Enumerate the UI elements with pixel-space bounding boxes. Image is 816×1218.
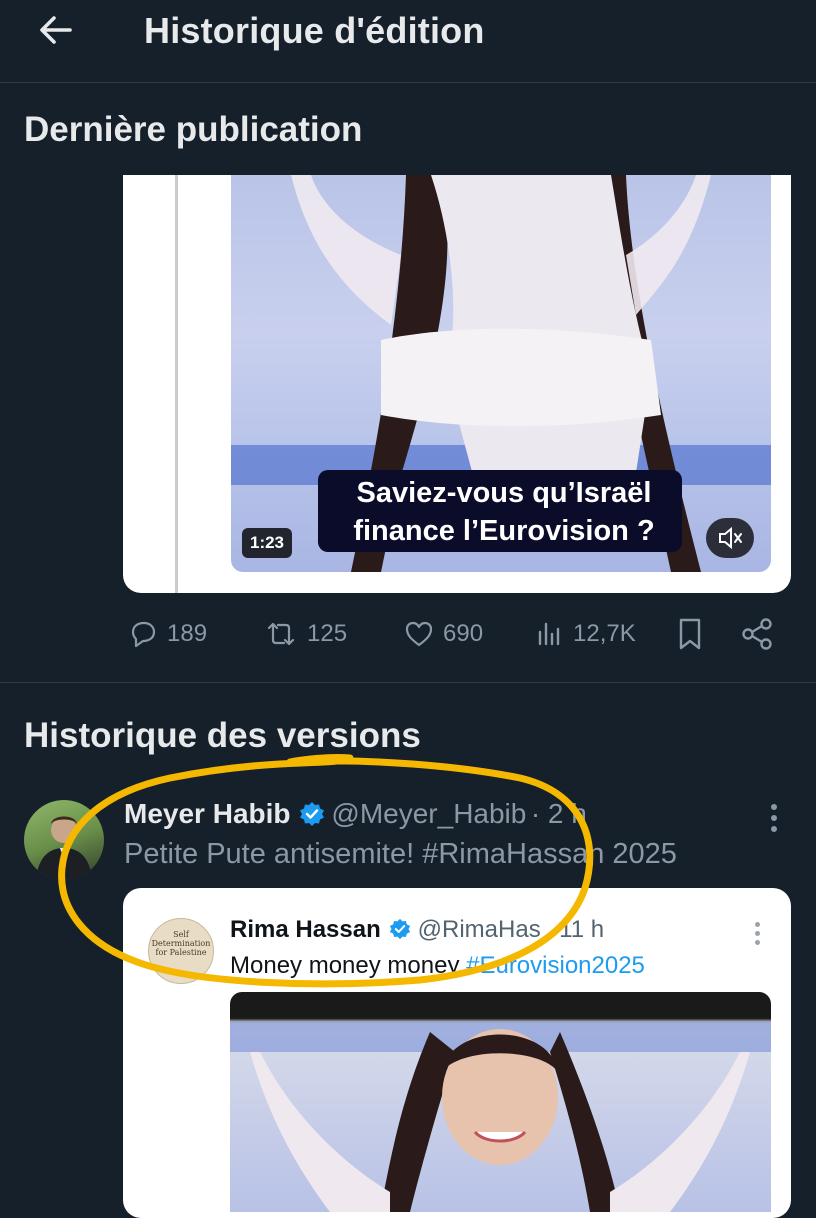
thread-line: [175, 175, 178, 593]
more-options-icon[interactable]: [771, 804, 777, 832]
section-divider: [0, 682, 816, 683]
video-duration: 1:23: [242, 528, 292, 558]
latest-post-heading: Dernière publication: [24, 110, 363, 149]
top-bar: Historique d'édition: [0, 0, 816, 83]
share-icon[interactable]: [740, 616, 776, 657]
like-button[interactable]: 690: [403, 614, 483, 654]
repost-button[interactable]: 125: [263, 614, 347, 654]
repost-icon: [267, 622, 295, 646]
quoted-more-options-icon[interactable]: [755, 922, 760, 945]
highlight-circle: [58, 754, 594, 988]
reply-count: 189: [167, 620, 208, 647]
back-arrow-icon[interactable]: [34, 8, 78, 52]
views-count: 12,7K: [573, 620, 636, 647]
views-button[interactable]: 12,7K: [535, 614, 636, 654]
video-caption: Saviez-vous qu’Israël finance l’Eurovisi…: [326, 474, 682, 550]
mute-icon[interactable]: [706, 518, 754, 558]
like-count: 690: [443, 620, 484, 647]
heart-icon: [405, 621, 433, 647]
video-caption-line-1: Saviez-vous qu’Israël: [356, 477, 652, 509]
page-title: Historique d'édition: [144, 10, 485, 51]
reply-button[interactable]: 189: [127, 614, 207, 654]
bookmark-icon[interactable]: [675, 616, 705, 657]
quoted-video[interactable]: [230, 992, 771, 1212]
repost-count: 125: [307, 620, 348, 647]
video-caption-line-2: finance l’Eurovision ?: [353, 515, 655, 547]
reply-icon: [131, 621, 156, 648]
views-icon: [538, 622, 560, 646]
